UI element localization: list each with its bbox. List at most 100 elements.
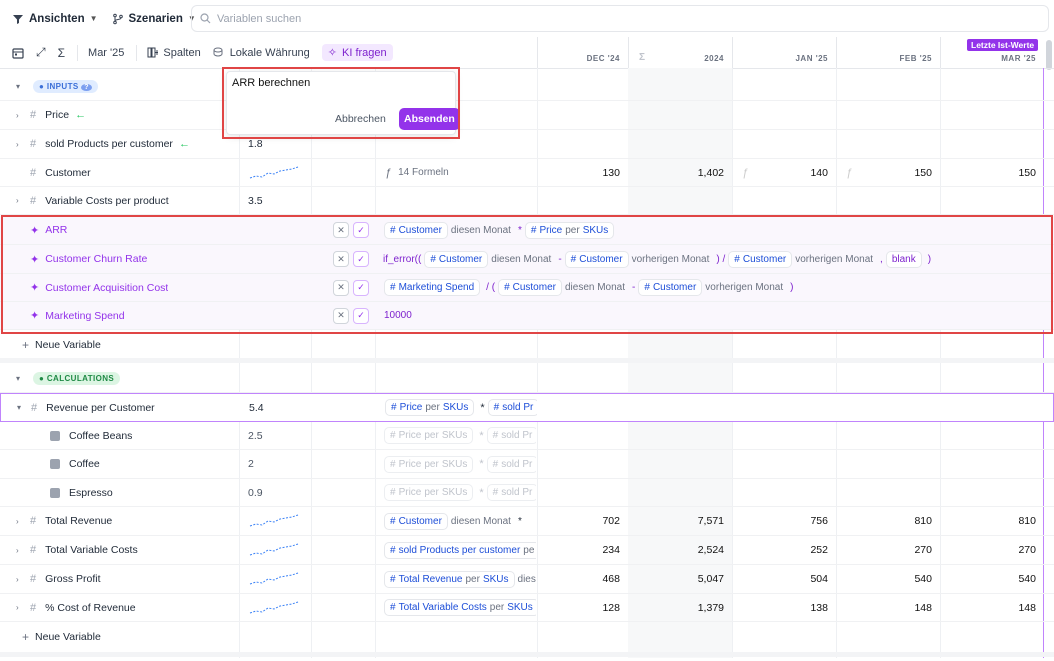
- scenarios-label: Szenarien: [128, 12, 183, 25]
- views-dropdown[interactable]: Ansichten ▼: [12, 13, 98, 25]
- variable-value[interactable]: 3.5: [248, 195, 263, 207]
- variable-name: Total Revenue: [45, 515, 113, 527]
- calculations-label: CALCULATIONS: [46, 373, 115, 383]
- chevron-right-icon[interactable]: ›: [16, 196, 26, 205]
- inputs-label: INPUTS: [46, 81, 79, 91]
- formula-count[interactable]: 14 Formeln: [398, 167, 449, 178]
- new-variable-row[interactable]: + Neue Variable: [0, 625, 1054, 649]
- variable-name: Gross Profit: [45, 573, 101, 585]
- table-row[interactable]: › # Variable Costs per product 3.5: [0, 187, 1054, 215]
- section-divider: [0, 358, 1054, 363]
- cell-mar: 810: [1018, 515, 1036, 527]
- table-row[interactable]: Coffee 2 # Price per SKUs * # sold Pr: [0, 450, 1054, 479]
- chevron-down-icon[interactable]: ▾: [16, 374, 26, 383]
- sparkline: [249, 601, 299, 613]
- token-label: Price: [399, 402, 423, 413]
- coins-icon: [213, 47, 223, 57]
- header-divider: [0, 68, 1054, 69]
- chevron-right-icon[interactable]: ›: [16, 603, 26, 612]
- cell-jan[interactable]: 140: [732, 159, 828, 186]
- cell-jan: 756: [810, 515, 828, 527]
- sparkline: [249, 166, 299, 178]
- token-dim: SKUs: [441, 430, 468, 441]
- highlight-box-popup: [222, 67, 460, 139]
- variable-value[interactable]: 2: [248, 458, 254, 470]
- new-variable-row[interactable]: + Neue Variable: [0, 333, 1054, 357]
- highlight-box-ai-rows: [1, 215, 1053, 334]
- variable-name: Coffee Beans: [69, 429, 133, 442]
- search-input[interactable]: Variablen suchen: [191, 5, 1049, 32]
- search-placeholder: Variablen suchen: [217, 12, 302, 25]
- table-row[interactable]: # Customer ƒ 14 Formeln 130 1,402 ƒ 140 ƒ …: [0, 159, 1054, 187]
- chevron-right-icon[interactable]: ›: [16, 140, 26, 149]
- expand-icon[interactable]: ⤢: [36, 45, 46, 60]
- hash-icon: #: [30, 109, 37, 121]
- token-label: sold Pr: [501, 487, 533, 498]
- table-row[interactable]: › # % Cost of Revenue # Total Variable Co…: [0, 594, 1054, 622]
- token-label: sold Pr: [501, 458, 533, 470]
- function-icon: ƒ: [385, 166, 392, 179]
- cell-jan: 252: [810, 544, 828, 556]
- variable-value[interactable]: 1.8: [248, 138, 263, 150]
- cell-2024: 1,402: [697, 166, 724, 179]
- variable-value[interactable]: 5.4: [249, 402, 264, 414]
- formula-token: # Price per SKUs: [384, 484, 474, 501]
- chevron-right-icon[interactable]: ›: [16, 517, 26, 526]
- cell-dec: 234: [602, 544, 620, 556]
- table-row[interactable]: Coffee Beans 2.5 # Price per SKUs * # sold…: [0, 422, 1054, 450]
- table-row[interactable]: › # sold Products per customer ← 1.8: [0, 130, 1054, 159]
- column-header-sum: Σ 2024: [628, 37, 732, 68]
- column-header-jan: JAN '25: [732, 37, 836, 68]
- period-selector[interactable]: Mar '25: [88, 47, 124, 59]
- formula-token[interactable]: # Total Revenue per SKUs: [384, 570, 515, 588]
- table-row[interactable]: › # Total Revenue # Customer diesen Monat…: [0, 507, 1054, 536]
- chevron-right-icon[interactable]: ›: [16, 111, 26, 120]
- scenarios-dropdown[interactable]: Szenarien ▼: [112, 13, 196, 25]
- table-row[interactable]: Espresso 0.9 # Price per SKUs * # sold Pr: [0, 479, 1054, 507]
- token-dim: SKUs: [507, 602, 533, 613]
- column-header-feb: FEB '25: [836, 37, 940, 68]
- new-variable-label: Neue Variable: [35, 631, 101, 643]
- formula-token[interactable]: # Price per SKUs: [385, 399, 475, 416]
- columns-button[interactable]: Spalten: [147, 47, 201, 59]
- table-row-selected[interactable]: ▾ # Revenue per Customer 5.4 # Price per SK…: [0, 393, 1054, 422]
- currency-label: Lokale Währung: [229, 46, 310, 59]
- currency-button[interactable]: Lokale Währung: [213, 47, 310, 59]
- chevron-down-icon[interactable]: ▾: [17, 403, 27, 412]
- hash-icon: #: [30, 138, 37, 150]
- cell-feb[interactable]: 150: [836, 159, 932, 186]
- help-icon[interactable]: ?: [81, 83, 92, 91]
- variable-value[interactable]: 2.5: [248, 430, 263, 442]
- calendar-icon[interactable]: [12, 47, 24, 59]
- column-header-dec: DEC '24: [537, 37, 628, 68]
- scrollbar[interactable]: [1046, 40, 1052, 70]
- table-row[interactable]: › # Total Variable Costs # sold Products …: [0, 536, 1054, 565]
- latest-actuals-badge: Letzte Ist-Werte: [967, 39, 1039, 51]
- cell-mar[interactable]: 150: [940, 159, 1036, 186]
- token-label: Customer: [398, 515, 442, 527]
- table-row[interactable]: › # Price ←: [0, 101, 1054, 130]
- formula-token[interactable]: # Total Variable Costs per SKUs: [384, 599, 536, 616]
- columns-icon: [147, 47, 159, 58]
- chevron-right-icon[interactable]: ›: [16, 546, 26, 555]
- token-per: per: [424, 458, 439, 470]
- cell-dec: 128: [602, 601, 620, 614]
- formula-token[interactable]: # sold Pr: [487, 399, 537, 416]
- chevron-down-icon[interactable]: ▾: [16, 82, 26, 91]
- formula-token[interactable]: # Customer: [384, 512, 448, 530]
- formula-token[interactable]: # sold Products per customer pe: [384, 541, 536, 559]
- divider: [77, 44, 79, 61]
- variable-name: Espresso: [69, 486, 113, 499]
- token-per: per: [424, 487, 439, 498]
- cell-dec[interactable]: 130: [537, 159, 620, 186]
- section-inputs: ▾ ● INPUTS ?: [0, 72, 1054, 101]
- product-icon: [50, 487, 60, 498]
- variable-value[interactable]: 0.9: [248, 487, 263, 499]
- chevron-right-icon[interactable]: ›: [16, 575, 26, 584]
- cell-mar: 540: [1018, 573, 1036, 585]
- column-header-2024: 2024: [704, 54, 724, 63]
- table-row[interactable]: › # Gross Profit # Total Revenue per SKUs d…: [0, 565, 1054, 594]
- views-label: Ansichten: [29, 12, 85, 25]
- ai-ask-button[interactable]: ✧ KI fragen: [321, 44, 393, 61]
- sum-icon[interactable]: Σ: [58, 46, 65, 60]
